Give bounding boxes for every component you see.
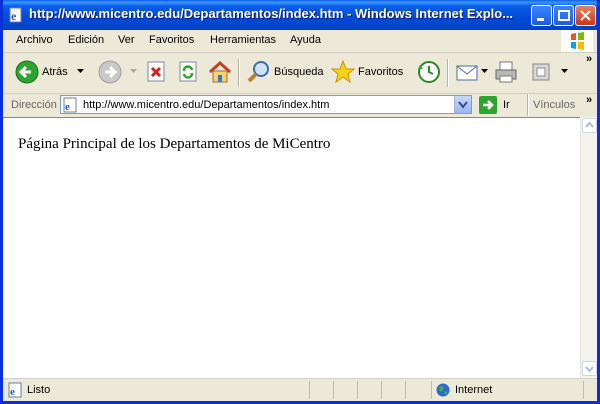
- minimize-button[interactable]: [531, 5, 552, 26]
- menu-favoritos[interactable]: Favoritos: [149, 34, 194, 46]
- back-arrow-icon: [15, 60, 39, 84]
- globe-icon: [436, 383, 450, 397]
- svg-text:e: e: [65, 101, 70, 113]
- toolbar-overflow-chevron-icon[interactable]: »: [586, 53, 592, 65]
- home-icon: [208, 60, 232, 83]
- resize-grip[interactable]: [583, 381, 584, 399]
- favorites-button[interactable]: Favoritos: [331, 57, 403, 87]
- scroll-up-icon: [585, 121, 594, 128]
- edit-icon: [532, 63, 550, 81]
- dropdown-arrow-icon: [130, 69, 137, 73]
- stop-button[interactable]: [147, 57, 167, 87]
- search-label: Búsqueda: [274, 66, 324, 78]
- search-button[interactable]: Búsqueda: [247, 57, 324, 87]
- security-zone: Internet: [455, 384, 493, 396]
- history-icon: [418, 61, 440, 83]
- links-overflow-chevron-icon[interactable]: »: [586, 94, 592, 106]
- go-button[interactable]: Ir: [479, 96, 510, 114]
- menu-edicion[interactable]: Edición: [68, 34, 104, 46]
- menu-ayuda[interactable]: Ayuda: [290, 34, 321, 46]
- page-content: Página Principal de los Departamentos de…: [3, 117, 580, 379]
- browser-window: e http://www.micentro.edu/Departamentos/…: [0, 0, 600, 404]
- star-icon: [331, 60, 355, 84]
- back-button[interactable]: Atrás: [15, 57, 68, 87]
- favorites-label: Favoritos: [358, 66, 404, 78]
- dropdown-arrow-icon: [481, 69, 488, 73]
- chevron-down-icon: [458, 101, 468, 109]
- home-button[interactable]: [208, 57, 232, 87]
- window-title: http://www.micentro.edu/Departamentos/in…: [29, 6, 514, 21]
- close-icon: [580, 10, 591, 21]
- scroll-down-button[interactable]: [582, 361, 597, 376]
- forward-arrow-icon: [98, 60, 122, 84]
- dropdown-arrow-icon: [77, 69, 84, 73]
- scroll-up-button[interactable]: [582, 118, 597, 133]
- close-button[interactable]: [575, 5, 596, 26]
- page-icon: e: [63, 97, 77, 113]
- maximize-icon: [558, 10, 570, 21]
- edit-dropdown[interactable]: [561, 57, 569, 87]
- menu-ver[interactable]: Ver: [118, 34, 135, 46]
- toolbar-separator: [447, 59, 449, 87]
- status-bar: e Listo Internet: [3, 378, 597, 401]
- minimize-icon: [537, 18, 544, 21]
- vertical-scrollbar[interactable]: [580, 117, 597, 378]
- mail-button[interactable]: [455, 57, 489, 87]
- windows-logo-icon: [561, 30, 593, 52]
- address-label: Dirección: [11, 99, 57, 111]
- mail-icon: [456, 65, 478, 81]
- stop-icon: [147, 61, 165, 82]
- back-dropdown[interactable]: [77, 57, 85, 87]
- address-bar: Dirección e http://www.micentro.edu/Depa…: [3, 94, 597, 116]
- toolbar-separator: [238, 59, 240, 87]
- status-cell: [309, 381, 310, 399]
- status-cell: [357, 381, 358, 399]
- refresh-icon: [179, 61, 197, 82]
- page-heading: Página Principal de los Departamentos de…: [18, 136, 331, 152]
- menu-archivo[interactable]: Archivo: [16, 34, 53, 46]
- toolbar: Atrás Búsqueda Favoritos »: [3, 53, 597, 94]
- forward-dropdown[interactable]: [130, 57, 138, 87]
- address-dropdown-button[interactable]: [454, 96, 471, 113]
- ie-page-icon: e: [9, 7, 22, 23]
- status-cell: [381, 381, 382, 399]
- status-cell: [333, 381, 334, 399]
- maximize-button[interactable]: [553, 5, 574, 26]
- address-input[interactable]: e http://www.micentro.edu/Departamentos/…: [60, 95, 472, 114]
- status-cell: [431, 381, 432, 399]
- print-button[interactable]: [494, 57, 518, 87]
- refresh-button[interactable]: [179, 57, 199, 87]
- go-label: Ir: [503, 99, 510, 111]
- menu-herramientas[interactable]: Herramientas: [210, 34, 276, 46]
- status-page-icon: e: [8, 382, 22, 398]
- address-separator: [527, 94, 529, 116]
- go-arrow-icon: [479, 96, 497, 114]
- edit-button[interactable]: [531, 57, 551, 87]
- forward-button[interactable]: [98, 57, 122, 87]
- scroll-down-icon: [585, 366, 594, 373]
- history-button[interactable]: [417, 57, 441, 87]
- dropdown-arrow-icon: [561, 69, 568, 73]
- menu-bar: Archivo Edición Ver Favoritos Herramient…: [3, 30, 597, 53]
- search-icon: [247, 61, 269, 83]
- status-text: Listo: [27, 384, 51, 396]
- svg-text:e: e: [11, 9, 17, 23]
- status-cell: [405, 381, 406, 399]
- printer-icon: [495, 61, 517, 83]
- address-url: http://www.micentro.edu/Departamentos/in…: [83, 99, 330, 111]
- links-label[interactable]: Vínculos: [533, 99, 575, 111]
- title-bar[interactable]: e http://www.micentro.edu/Departamentos/…: [3, 0, 597, 30]
- back-label: Atrás: [42, 66, 68, 78]
- svg-text:e: e: [10, 386, 15, 398]
